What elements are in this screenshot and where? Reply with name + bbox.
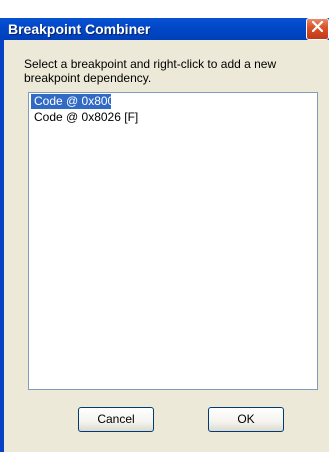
- close-icon: [311, 20, 324, 38]
- title-bar[interactable]: Breakpoint Combiner: [0, 0, 329, 40]
- ok-button[interactable]: OK: [208, 407, 284, 432]
- breakpoint-list[interactable]: Code @ 0x800e [F] Code @ 0x8026 [F]: [28, 92, 318, 390]
- window-title: Breakpoint Combiner: [8, 21, 151, 37]
- list-item[interactable]: Code @ 0x8026 [F]: [31, 110, 317, 125]
- cancel-button[interactable]: Cancel: [78, 407, 154, 432]
- breakpoint-combiner-dialog: Breakpoint Combiner Select a breakpoint …: [0, 0, 329, 452]
- instructions-text: Select a breakpoint and right-click to a…: [24, 57, 277, 85]
- title-bar-top-strip: [0, 0, 329, 18]
- list-item[interactable]: Code @ 0x800e [F]: [31, 94, 138, 109]
- close-button[interactable]: [306, 18, 329, 40]
- window-left-border: [0, 40, 4, 452]
